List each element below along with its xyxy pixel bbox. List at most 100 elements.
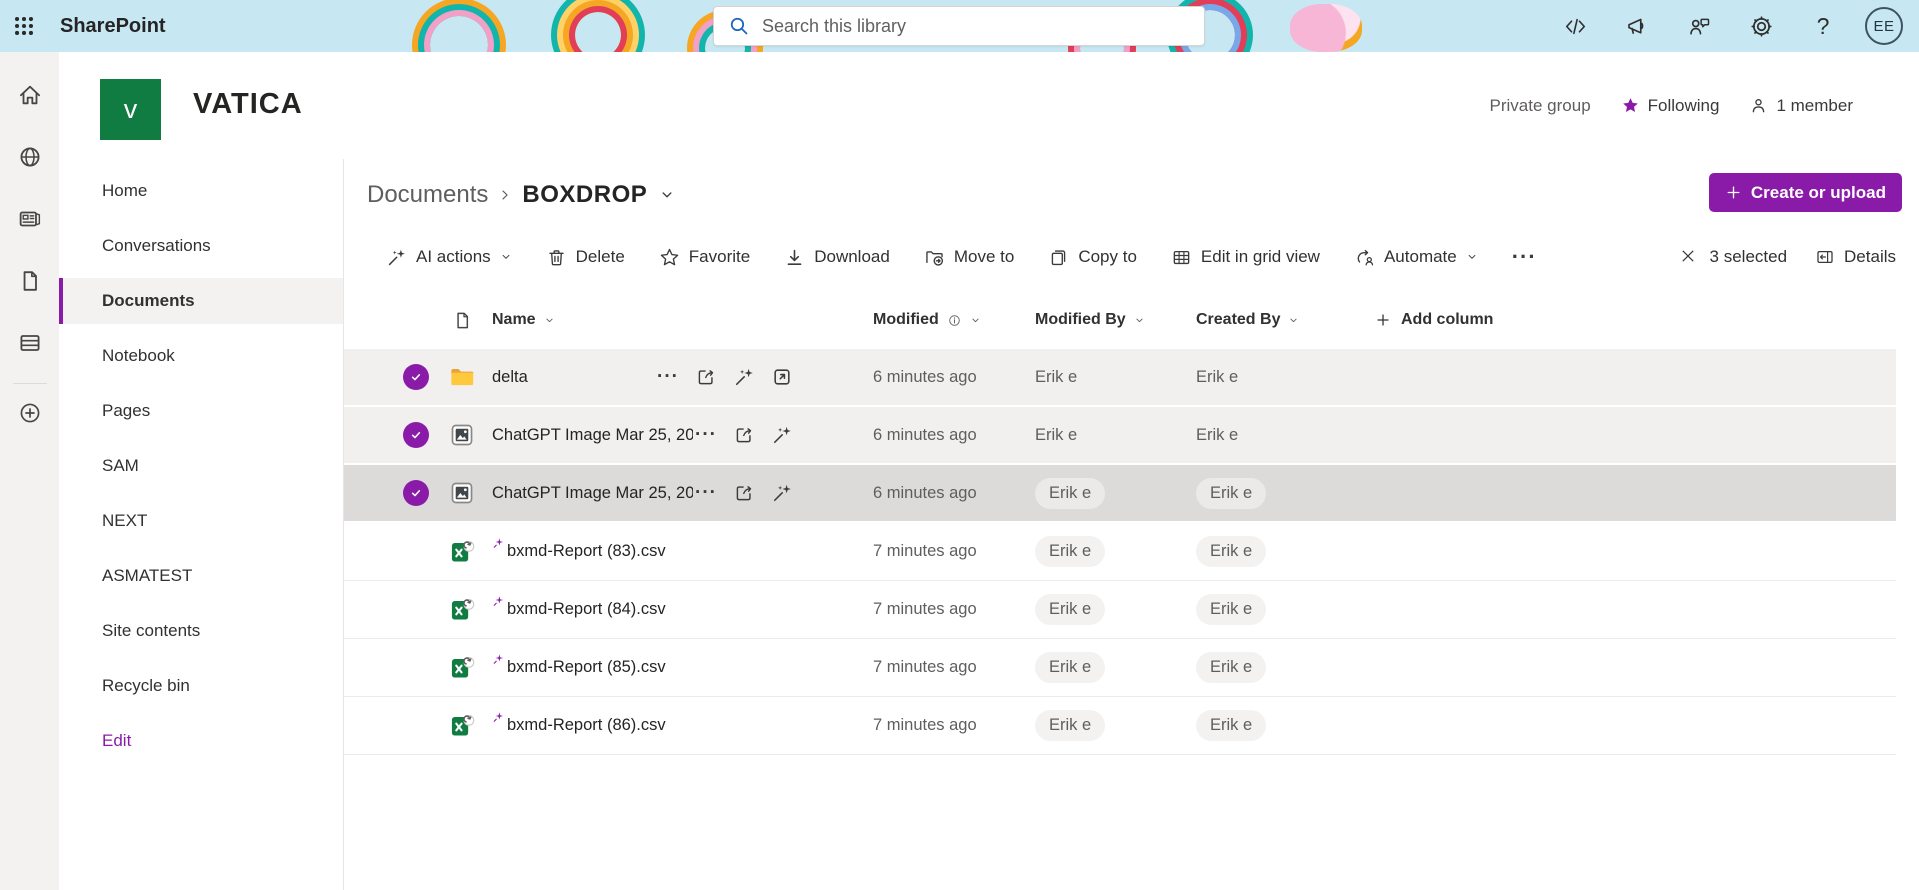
more-actions-button[interactable]: ··· — [693, 480, 719, 506]
toolbar-automate-button[interactable]: Automate — [1352, 243, 1480, 272]
file-name[interactable]: bxmd-Report (84).csv — [507, 600, 666, 619]
search-input[interactable] — [762, 15, 1190, 37]
sidebar-item-pages[interactable]: Pages — [59, 388, 343, 434]
sidebar-item-notebook[interactable]: Notebook — [59, 333, 343, 379]
modified-by-value[interactable]: Erik e — [1035, 652, 1106, 683]
details-button[interactable]: Details — [1815, 247, 1896, 267]
account-avatar[interactable]: EE — [1865, 7, 1903, 45]
more-actions-button[interactable]: ··· — [693, 422, 719, 448]
rail-lists-button[interactable] — [16, 330, 44, 356]
breadcrumb-current-folder[interactable]: BOXDROP — [522, 181, 647, 209]
modified-by-value[interactable]: Erik e — [1035, 594, 1106, 625]
file-name[interactable]: ChatGPT Image Mar 25, 202... — [492, 426, 693, 445]
sidebar-item-documents[interactable]: Documents — [59, 278, 343, 324]
rail-create-button[interactable] — [16, 400, 44, 426]
rail-files-button[interactable] — [16, 268, 44, 294]
site-logo[interactable]: v — [100, 79, 161, 140]
file-name[interactable]: ChatGPT Image Mar 25, 202... — [492, 484, 693, 503]
rail-home-button[interactable] — [16, 82, 44, 108]
toolbar-copy-to-button[interactable]: Copy to — [1046, 243, 1139, 272]
toolbar-ai-actions-button[interactable]: AI actions — [384, 243, 514, 272]
ai-icon — [771, 424, 793, 446]
site-logo-letter: v — [123, 94, 138, 124]
created-by-value[interactable]: Erik e — [1196, 477, 1267, 509]
created-by-value[interactable]: Erik e — [1196, 710, 1267, 741]
selected-checkbox[interactable] — [403, 480, 429, 506]
toolbar-favorite-button[interactable]: Favorite — [657, 243, 752, 272]
ai-actions-button[interactable] — [731, 364, 757, 390]
file-name[interactable]: bxmd-Report (85).csv — [507, 658, 666, 677]
sidebar-edit-link[interactable]: Edit — [59, 718, 343, 764]
modified-by-value[interactable]: Erik e — [1035, 710, 1106, 741]
column-header-created-by[interactable]: Created By — [1196, 311, 1375, 329]
modified-by-value[interactable]: Erik e — [1035, 426, 1077, 445]
modified-by-value[interactable]: Erik e — [1035, 477, 1106, 509]
settings-button[interactable] — [1741, 6, 1781, 46]
sidebar-item-next[interactable]: NEXT — [59, 498, 343, 544]
sidebar-item-sam[interactable]: SAM — [59, 443, 343, 489]
globe-icon — [17, 144, 43, 170]
modified-by-value[interactable]: Erik e — [1035, 536, 1106, 567]
announcements-button[interactable] — [1617, 6, 1657, 46]
created-by-value[interactable]: Erik e — [1196, 652, 1267, 683]
table-row[interactable]: bxmd-Report (86).csv 7 minutes ago Erik e E… — [344, 697, 1896, 755]
created-by-value[interactable]: Erik e — [1196, 594, 1267, 625]
share-button[interactable] — [731, 422, 757, 448]
person-feedback-icon — [1687, 14, 1712, 39]
toolbar-move-to-button[interactable]: Move to — [922, 243, 1016, 272]
selected-checkbox[interactable] — [403, 422, 429, 448]
help-button[interactable]: ? — [1803, 6, 1843, 46]
sidebar-item-asmatest[interactable]: ASMATEST — [59, 553, 343, 599]
details-pane-icon — [1815, 247, 1835, 267]
dev-tools-button[interactable] — [1555, 6, 1595, 46]
feedback-button[interactable] — [1679, 6, 1719, 46]
add-column-button[interactable]: Add column — [1375, 311, 1896, 329]
toolbar-delete-button[interactable]: Delete — [544, 243, 627, 272]
rail-my-sites-button[interactable] — [16, 144, 44, 170]
created-by-value[interactable]: Erik e — [1196, 426, 1238, 445]
share-button[interactable] — [731, 480, 757, 506]
table-row[interactable]: delta ··· 6 minutes ago Erik e Erik e — [344, 349, 1896, 407]
column-header-name[interactable]: Name — [484, 311, 873, 329]
file-name[interactable]: bxmd-Report (83).csv — [507, 542, 666, 561]
ai-actions-button[interactable] — [769, 422, 795, 448]
toolbar-more-button[interactable]: ··· — [1510, 246, 1539, 268]
table-row[interactable]: bxmd-Report (85).csv 7 minutes ago Erik e E… — [344, 639, 1896, 697]
sidebar-item-conversations[interactable]: Conversations — [59, 223, 343, 269]
table-row[interactable]: bxmd-Report (84).csv 7 minutes ago Erik e E… — [344, 581, 1896, 639]
search-box[interactable] — [713, 6, 1205, 46]
sidebar-item-home[interactable]: Home — [59, 168, 343, 214]
table-row[interactable]: ChatGPT Image Mar 25, 202...··· 6 minutes… — [344, 407, 1896, 465]
ai-actions-button[interactable] — [769, 480, 795, 506]
share-button[interactable] — [693, 364, 719, 390]
members-button[interactable]: 1 member — [1749, 96, 1853, 116]
sidebar-item-recycle-bin[interactable]: Recycle bin — [59, 663, 343, 709]
toolbar-download-button[interactable]: Download — [782, 243, 892, 272]
app-launcher-button[interactable] — [0, 0, 48, 52]
ai-icon — [771, 482, 793, 504]
create-or-upload-button[interactable]: Create or upload — [1708, 173, 1902, 212]
rail-news-button[interactable] — [16, 206, 44, 232]
clear-selection-button[interactable] — [1678, 247, 1698, 267]
sidebar-item-site-contents[interactable]: Site contents — [59, 608, 343, 654]
column-header-modified[interactable]: Modified — [873, 311, 1035, 329]
selected-checkbox[interactable] — [403, 364, 429, 390]
following-button[interactable]: Following — [1621, 96, 1719, 116]
decorative-rainbow-art — [430, 16, 488, 52]
add-column-label: Add column — [1401, 311, 1494, 328]
toolbar-button-label: AI actions — [416, 247, 491, 266]
created-by-value[interactable]: Erik e — [1196, 368, 1238, 387]
file-type-column-header[interactable] — [440, 310, 484, 331]
column-header-modified-by[interactable]: Modified By — [1035, 311, 1196, 329]
breadcrumb-documents-link[interactable]: Documents — [367, 181, 488, 209]
modified-by-value[interactable]: Erik e — [1035, 368, 1077, 387]
created-by-value[interactable]: Erik e — [1196, 536, 1267, 567]
table-row[interactable]: bxmd-Report (83).csv 7 minutes ago Erik e E… — [344, 523, 1896, 581]
more-actions-button[interactable]: ··· — [655, 364, 681, 390]
file-name[interactable]: delta — [492, 368, 528, 387]
open-in-new-button[interactable] — [769, 364, 795, 390]
toolbar-edit-in-grid-view-button[interactable]: Edit in grid view — [1169, 243, 1322, 272]
table-row[interactable]: ChatGPT Image Mar 25, 202...··· 6 minutes… — [344, 465, 1896, 523]
chevron-down-icon[interactable] — [659, 187, 675, 203]
file-name[interactable]: bxmd-Report (86).csv — [507, 716, 666, 735]
